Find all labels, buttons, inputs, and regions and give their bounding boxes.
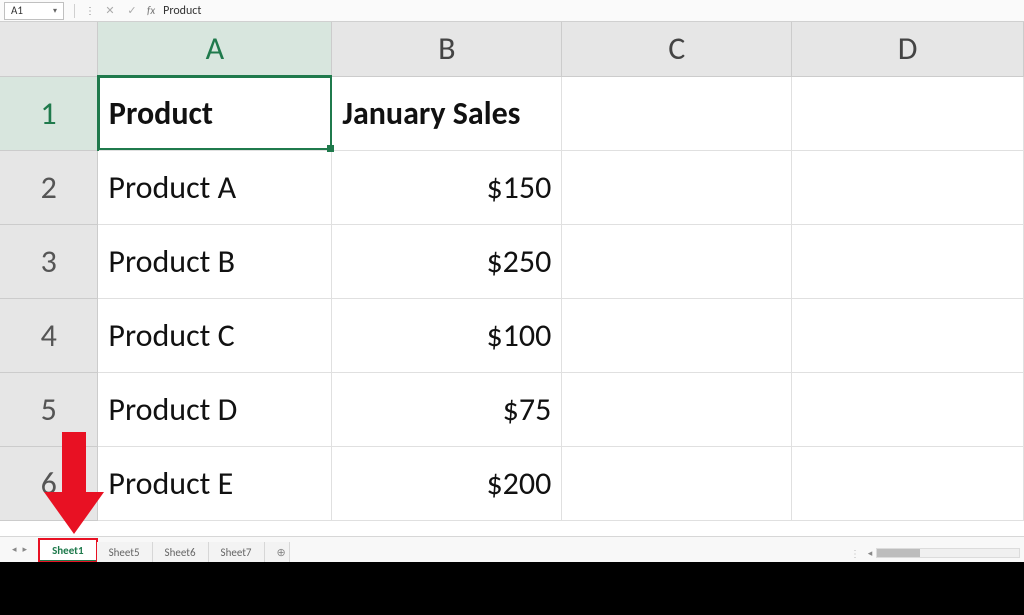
cell-B6[interactable]: $200 — [332, 446, 562, 520]
cell-B2[interactable]: $150 — [332, 150, 562, 224]
tab-nav-next-icon[interactable]: ▸ — [23, 544, 28, 555]
cell-B1[interactable]: January Sales — [332, 76, 562, 150]
sheet-tab-bar: ◂ ▸ Sheet1 Sheet5 Sheet6 Sheet7 ⊕ ⋮ ◂ — [0, 536, 1024, 562]
scroll-thumb[interactable] — [877, 549, 920, 557]
row-header-2[interactable]: 2 — [0, 150, 98, 224]
confirm-icon[interactable]: ✓ — [125, 4, 139, 17]
name-box[interactable]: A1 ▾ — [4, 2, 64, 20]
cell-D1[interactable] — [792, 76, 1024, 150]
sheet-tab-sheet5[interactable]: Sheet5 — [97, 542, 153, 562]
cell-D4[interactable] — [792, 298, 1024, 372]
sheet-tabs: Sheet1 Sheet5 Sheet6 Sheet7 ⊕ — [39, 537, 289, 562]
sheet-tab-sheet6[interactable]: Sheet6 — [153, 542, 209, 562]
bottom-black-bar — [0, 562, 1024, 615]
cell-A6[interactable]: Product E — [98, 446, 332, 520]
column-header-A[interactable]: A — [98, 22, 332, 76]
cell-C1[interactable] — [562, 76, 792, 150]
row-header-5[interactable]: 5 — [0, 372, 98, 446]
cell-A5[interactable]: Product D — [98, 372, 332, 446]
scroll-grip-icon[interactable]: ⋮ — [850, 547, 860, 560]
formula-bar-buttons: ⋮ ✕ ✓ fx — [72, 4, 155, 18]
cell-C4[interactable] — [562, 298, 792, 372]
cell-A1[interactable]: Product — [98, 76, 332, 150]
add-sheet-button[interactable]: ⊕ — [265, 542, 290, 562]
cell-D5[interactable] — [792, 372, 1024, 446]
cell-C3[interactable] — [562, 224, 792, 298]
formula-input[interactable]: Product — [155, 4, 1024, 18]
cell-D2[interactable] — [792, 150, 1024, 224]
row-header-3[interactable]: 3 — [0, 224, 98, 298]
cancel-icon[interactable]: ✕ — [103, 4, 117, 17]
cell-A2[interactable]: Product A — [98, 150, 332, 224]
sheet-tab-sheet7[interactable]: Sheet7 — [209, 542, 265, 562]
spreadsheet-grid: A B C D 1 Product January Sales 2 Produc… — [0, 22, 1024, 521]
cell-C6[interactable] — [562, 446, 792, 520]
cell-B5[interactable]: $75 — [332, 372, 562, 446]
scroll-left-icon[interactable]: ◂ — [864, 548, 876, 559]
row-header-1[interactable]: 1 — [0, 76, 98, 150]
scroll-track[interactable] — [876, 548, 1020, 558]
cell-D6[interactable] — [792, 446, 1024, 520]
more-icon[interactable]: ⋮ — [85, 4, 95, 17]
separator-icon — [74, 4, 75, 18]
cell-B3[interactable]: $250 — [332, 224, 562, 298]
cell-D3[interactable] — [792, 224, 1024, 298]
row-header-6[interactable]: 6 — [0, 446, 98, 520]
cell-A3[interactable]: Product B — [98, 224, 332, 298]
cell-C5[interactable] — [562, 372, 792, 446]
formula-bar: A1 ▾ ⋮ ✕ ✓ fx Product — [0, 0, 1024, 22]
fx-icon[interactable]: fx — [147, 4, 155, 17]
name-box-value: A1 — [11, 4, 23, 17]
column-header-B[interactable]: B — [332, 22, 562, 76]
row-header-4[interactable]: 4 — [0, 298, 98, 372]
chevron-down-icon: ▾ — [53, 6, 57, 16]
horizontal-scrollbar[interactable]: ⋮ ◂ — [850, 547, 1020, 559]
tab-nav-prev-icon[interactable]: ◂ — [12, 544, 17, 555]
column-header-D[interactable]: D — [792, 22, 1024, 76]
cell-A4[interactable]: Product C — [98, 298, 332, 372]
cell-C2[interactable] — [562, 150, 792, 224]
cell-B4[interactable]: $100 — [332, 298, 562, 372]
sheet-tab-sheet1[interactable]: Sheet1 — [39, 539, 97, 562]
column-header-C[interactable]: C — [562, 22, 792, 76]
select-all-corner[interactable] — [0, 22, 98, 76]
